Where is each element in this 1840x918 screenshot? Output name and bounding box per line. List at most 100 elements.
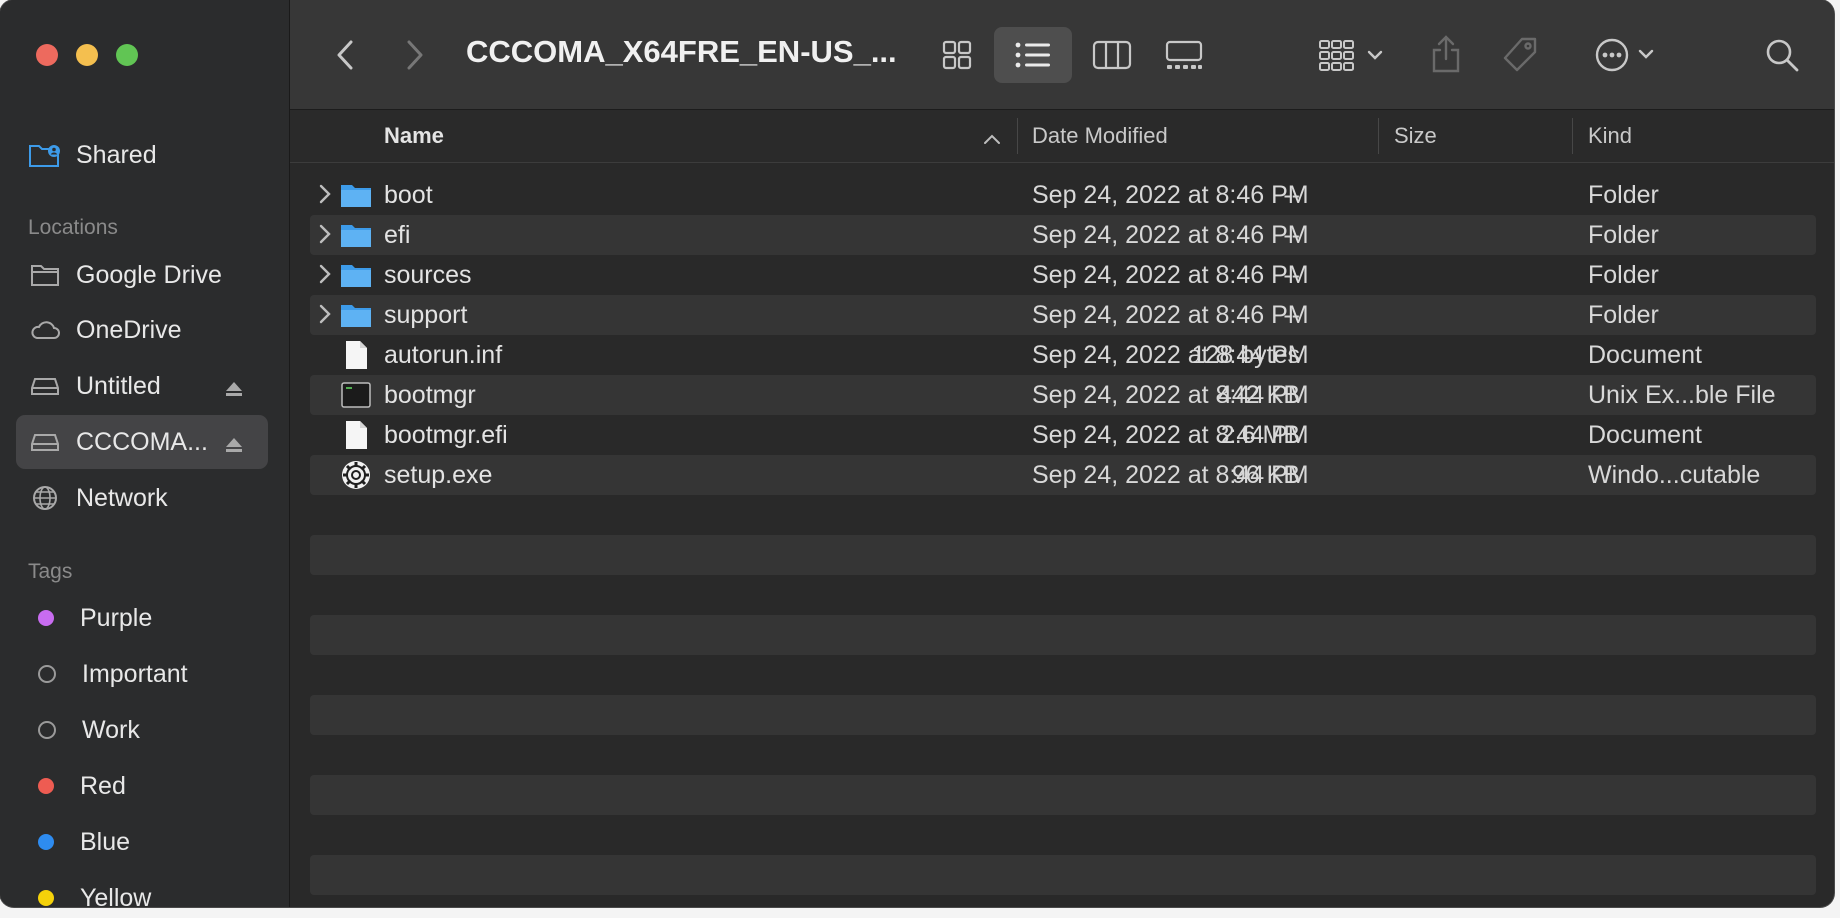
sidebar-item-label: Yellow	[80, 883, 152, 908]
gallery-view-button[interactable]	[1162, 36, 1206, 74]
file-row-efi[interactable]: efi Sep 24, 2022 at 8:46 PM -- Folder	[310, 215, 1816, 255]
disclosure-triangle-icon[interactable]	[318, 223, 332, 252]
file-kind: Unix Ex...ble File	[1588, 381, 1776, 409]
toolbar: CCCOMA_X64FRE_EN-US_...	[290, 0, 1834, 110]
column-date-header[interactable]: Date Modified	[1032, 123, 1168, 149]
file-name: autorun.inf	[384, 341, 503, 369]
sidebar-tag-yellow[interactable]: Yellow	[16, 871, 268, 907]
file-size: 442 KB	[1217, 381, 1300, 409]
file-row-autorun[interactable]: autorun.inf Sep 24, 2022 at 8:44 PM 128 …	[310, 335, 1816, 375]
sidebar-tag-red[interactable]: Red	[16, 759, 268, 813]
sidebar-item-label: OneDrive	[76, 315, 182, 344]
group-icon	[1319, 40, 1383, 71]
sidebar-item-label: Google Drive	[76, 260, 222, 289]
sidebar-item-label: Network	[76, 483, 168, 512]
tag-color-dot	[38, 721, 56, 739]
sidebar-tag-work[interactable]: Work	[16, 703, 268, 757]
file-row-bootmgr-efi[interactable]: bootmgr.efi Sep 24, 2022 at 8:44 PM 2.6 …	[310, 415, 1816, 455]
tag-color-dot	[38, 834, 54, 850]
file-kind: Folder	[1588, 301, 1659, 329]
search-icon	[1766, 39, 1799, 72]
empty-row-stripe	[310, 615, 1816, 655]
sidebar-item-network[interactable]: Network	[16, 471, 268, 525]
sidebar-item-label: Purple	[80, 603, 153, 632]
file-name: sources	[384, 261, 472, 289]
file-size: 128 bytes	[1191, 341, 1300, 369]
chevron-right-icon	[407, 40, 423, 70]
file-size: --	[1283, 221, 1300, 249]
column-divider[interactable]	[1017, 118, 1018, 154]
disclosure-triangle-icon[interactable]	[318, 183, 332, 212]
sidebar-item-cccoma[interactable]: CCCOMA...	[16, 415, 268, 469]
search-button[interactable]	[1760, 34, 1804, 76]
file-row-boot[interactable]: boot Sep 24, 2022 at 8:46 PM -- Folder	[310, 175, 1816, 215]
forward-button[interactable]	[400, 36, 430, 74]
eject-icon[interactable]	[224, 376, 244, 405]
sidebar-tag-blue[interactable]: Blue	[16, 815, 268, 869]
chevron-left-icon	[337, 40, 353, 70]
finder-window: Shared Locations Google Drive OneDrive U…	[0, 0, 1834, 907]
empty-row-stripe	[310, 775, 1816, 815]
gear-icon	[340, 459, 372, 491]
minimize-window-button[interactable]	[76, 44, 98, 66]
sidebar-item-untitled[interactable]: Untitled	[16, 359, 268, 413]
sort-ascending-icon[interactable]	[983, 125, 1001, 151]
column-divider[interactable]	[1572, 118, 1573, 154]
sidebar-tag-purple[interactable]: Purple	[16, 591, 268, 645]
file-name: bootmgr	[384, 381, 476, 409]
back-button[interactable]	[330, 36, 360, 74]
sidebar-item-onedrive[interactable]: OneDrive	[16, 303, 268, 357]
sidebar-item-shared[interactable]: Shared	[16, 128, 268, 182]
icon-view-button[interactable]	[938, 36, 976, 74]
shared-folder-icon	[28, 140, 62, 170]
column-header: Name Date Modified Size Kind	[290, 110, 1834, 163]
file-date: Sep 24, 2022 at 8:46 PM	[1032, 261, 1309, 289]
tag-button[interactable]	[1498, 34, 1542, 76]
column-view-button[interactable]	[1090, 36, 1134, 74]
file-kind: Folder	[1588, 181, 1659, 209]
file-row-setup[interactable]: setup.exe Sep 24, 2022 at 8:44 PM 96 KB …	[310, 455, 1816, 495]
close-window-button[interactable]	[36, 44, 58, 66]
more-actions-button[interactable]	[1590, 34, 1664, 76]
file-date: Sep 24, 2022 at 8:46 PM	[1032, 301, 1309, 329]
column-divider[interactable]	[1378, 118, 1379, 154]
window-title: CCCOMA_X64FRE_EN-US_...	[466, 34, 897, 69]
column-name-header[interactable]: Name	[384, 123, 444, 149]
file-name: setup.exe	[384, 461, 493, 489]
file-kind: Folder	[1588, 261, 1659, 289]
locations-header: Locations	[28, 216, 118, 239]
file-kind: Windo...cutable	[1588, 461, 1761, 489]
empty-row-stripe	[310, 855, 1816, 895]
sidebar-item-google-drive[interactable]: Google Drive	[16, 248, 268, 302]
tag-color-dot	[38, 665, 56, 683]
sidebar: Shared Locations Google Drive OneDrive U…	[0, 0, 290, 907]
file-date: Sep 24, 2022 at 8:46 PM	[1032, 221, 1309, 249]
sidebar-item-label: Shared	[76, 140, 157, 169]
disclosure-triangle-icon[interactable]	[318, 263, 332, 292]
folder-icon	[340, 259, 372, 291]
share-button[interactable]	[1426, 32, 1466, 76]
file-size: --	[1283, 261, 1300, 289]
file-row-bootmgr[interactable]: bootmgr Sep 24, 2022 at 8:44 PM 442 KB U…	[310, 375, 1816, 415]
file-date: Sep 24, 2022 at 8:46 PM	[1032, 181, 1309, 209]
column-kind-header[interactable]: Kind	[1588, 123, 1632, 149]
sidebar-tag-important[interactable]: Important	[16, 647, 268, 701]
file-kind: Document	[1588, 421, 1702, 449]
drive-icon	[28, 371, 62, 401]
sidebar-item-label: Important	[82, 659, 188, 688]
file-row-support[interactable]: support Sep 24, 2022 at 8:46 PM -- Folde…	[310, 295, 1816, 335]
file-name: efi	[384, 221, 411, 249]
eject-icon[interactable]	[224, 432, 244, 461]
column-size-header[interactable]: Size	[1394, 123, 1437, 149]
gallery-icon	[1165, 40, 1203, 69]
tag-icon	[1503, 37, 1537, 72]
terminal-executable-icon	[340, 379, 372, 411]
zoom-window-button[interactable]	[116, 44, 138, 66]
disclosure-triangle-icon[interactable]	[318, 303, 332, 332]
file-row-sources[interactable]: sources Sep 24, 2022 at 8:46 PM -- Folde…	[310, 255, 1816, 295]
cloud-icon	[28, 315, 62, 345]
sidebar-item-label: Work	[82, 715, 140, 744]
file-name: boot	[384, 181, 433, 209]
group-by-button[interactable]	[1314, 36, 1390, 74]
file-size: 2.6 MB	[1220, 421, 1300, 449]
